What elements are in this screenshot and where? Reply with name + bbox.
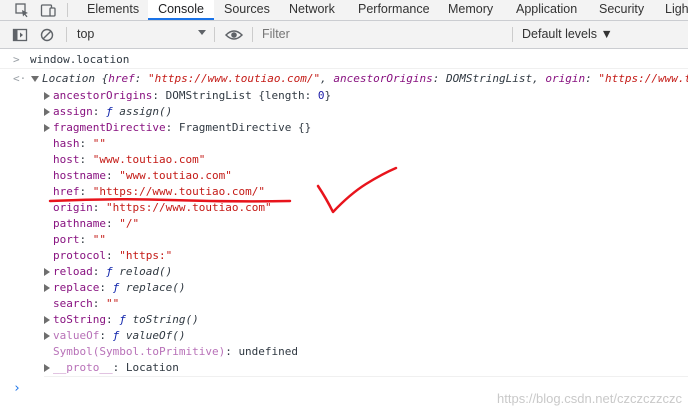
prop-hash: hash: ""	[53, 137, 106, 150]
console-output: > window.location <· Location {href: "ht…	[0, 49, 688, 412]
tab-memory[interactable]: Memory	[448, 0, 493, 20]
expand-triangle-icon[interactable]	[31, 76, 39, 82]
prop-port: port: ""	[53, 233, 106, 246]
prop-host: host: "www.toutiao.com"	[53, 153, 206, 166]
result-arrow-icon: <·	[13, 72, 27, 85]
expand-triangle-icon[interactable]	[44, 284, 50, 292]
prop-search: search: ""	[53, 297, 120, 310]
tab-elements[interactable]: Elements	[87, 0, 139, 20]
expand-triangle-icon[interactable]	[44, 124, 50, 132]
tab-lighthouse[interactable]: Ligh	[665, 0, 688, 20]
clear-console-icon[interactable]	[39, 27, 55, 43]
prop-proto[interactable]: __proto__: Location	[44, 360, 688, 377]
eye-icon[interactable]	[225, 27, 243, 43]
toolbar-separator	[214, 27, 215, 42]
expand-triangle-icon[interactable]	[44, 92, 50, 100]
toolbar-separator	[512, 27, 513, 42]
sidebar-toggle-icon[interactable]	[12, 27, 28, 43]
prop-protocol: protocol: "https:"	[53, 249, 173, 262]
prop-toString[interactable]: toString: ƒ toString()	[44, 312, 199, 328]
prop-origin: origin: "https://www.toutiao.com"	[53, 201, 272, 214]
default-levels-dropdown[interactable]: Default levels ▼	[522, 27, 613, 41]
toolbar-separator	[66, 27, 67, 42]
prop-assign[interactable]: assign: ƒ assign()	[44, 104, 172, 120]
expand-triangle-icon[interactable]	[44, 364, 50, 372]
input-prompt-icon: >	[13, 53, 20, 66]
prop-ancestorOrigins[interactable]: ancestorOrigins: DOMStringList {length: …	[44, 88, 331, 104]
summary-type: Location	[42, 72, 95, 85]
tab-security[interactable]: Security	[599, 0, 644, 20]
prop-reload[interactable]: reload: ƒ reload()	[44, 264, 172, 280]
toolbar-separator	[252, 27, 253, 42]
chevron-down-icon[interactable]	[198, 30, 206, 35]
input-command: window.location	[30, 53, 130, 66]
prop-replace[interactable]: replace: ƒ replace()	[44, 280, 185, 296]
toolbar-separator	[67, 3, 68, 17]
tab-console[interactable]: Console	[148, 0, 214, 20]
prop-valueOf[interactable]: valueOf: ƒ valueOf()	[44, 328, 185, 344]
prop-symbol-toPrimitive: Symbol(Symbol.toPrimitive): undefined	[53, 345, 299, 358]
tab-sources[interactable]: Sources	[224, 0, 270, 20]
context-selector[interactable]: top	[77, 27, 94, 41]
expand-triangle-icon[interactable]	[44, 316, 50, 324]
prop-href: href: "https://www.toutiao.com/"	[53, 185, 265, 198]
prop-pathname: pathname: "/"	[53, 217, 140, 230]
inspect-element-icon[interactable]	[14, 2, 30, 18]
tab-performance[interactable]: Performance	[358, 0, 430, 20]
expand-triangle-icon[interactable]	[44, 108, 50, 116]
expand-triangle-icon[interactable]	[44, 268, 50, 276]
console-input-row: > window.location	[0, 52, 688, 69]
console-toolbar: top Default levels ▼	[0, 21, 688, 49]
devtools-tab-bar: Elements Console Sources Network Perform…	[0, 0, 688, 21]
console-prompt-icon[interactable]: ›	[13, 381, 21, 396]
watermark: https://blog.csdn.net/czczczzczc	[497, 391, 682, 406]
prop-fragmentDirective[interactable]: fragmentDirective: FragmentDirective {}	[44, 120, 311, 136]
tab-application[interactable]: Application	[516, 0, 577, 20]
expand-triangle-icon[interactable]	[44, 332, 50, 340]
filter-input[interactable]	[262, 25, 502, 43]
prop-hostname: hostname: "www.toutiao.com"	[53, 169, 232, 182]
device-toolbar-icon[interactable]	[40, 2, 56, 18]
tab-network[interactable]: Network	[289, 0, 335, 20]
